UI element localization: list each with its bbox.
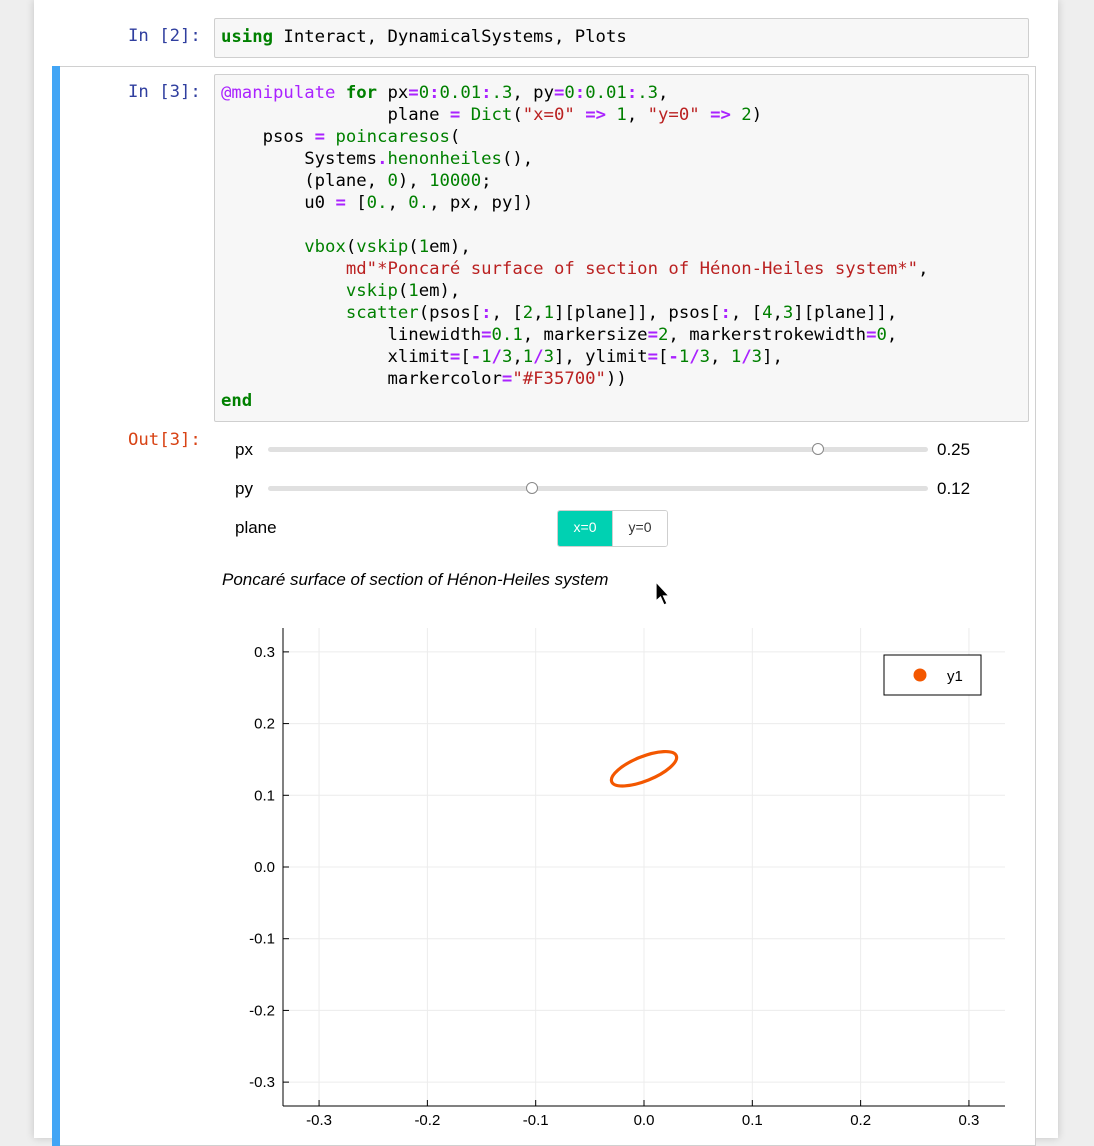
y-tick-label: 0.0 [254,859,275,876]
legend-label: y1 [947,668,963,685]
output-prompt: Out[3]: [128,430,201,450]
scatter-plot: -0.3 -0.2 -0.1 0.0 0.1 0.2 0.3 0.3 0.2 0.1 0.0 -0.1… [249,628,1005,1129]
plane-toggle-label: plane [235,518,277,537]
y-tick-label: 0.3 [254,644,275,661]
code-line: using Interact, DynamicalSystems, Plots [221,27,627,47]
y-tick-label: 0.1 [254,787,275,804]
x-tick-label: -0.1 [523,1112,549,1129]
input-prompt: In [3]: [128,82,201,102]
py-slider-label: py [235,479,253,498]
y-tick-label: -0.1 [249,931,275,948]
px-slider-handle[interactable] [812,443,824,455]
code-input-cell-2[interactable]: @manipulate for px=0:0.01:.3, py=0:0.01:… [214,74,1029,422]
legend-box [883,654,982,696]
y-tick-label: 0.2 [254,716,275,733]
x-tick-label: 0.1 [742,1112,763,1129]
plane-toggle-group: x=0 y=0 [557,510,668,547]
x-tick-label: -0.2 [414,1112,440,1129]
plane-option-y0[interactable]: y=0 [612,511,667,546]
code-input-cell-1[interactable]: using Interact, DynamicalSystems, Plots [214,18,1029,58]
code-block: @manipulate for px=0:0.01:.3, py=0:0.01:… [221,83,929,411]
py-slider-handle[interactable] [526,482,538,494]
legend-marker [913,668,927,682]
output-title: Poncaré surface of section of Hénon-Heil… [222,570,609,589]
px-slider-label: px [235,440,253,459]
x-tick-label: -0.3 [306,1112,332,1129]
py-slider-track[interactable] [268,486,928,491]
cell-selection-bar [52,66,60,1146]
y-tick-label: -0.2 [249,1002,275,1019]
x-tick-label: 0.0 [634,1112,655,1129]
px-slider-track[interactable] [268,447,928,452]
mouse-cursor-icon [655,581,671,606]
x-tick-label: 0.3 [959,1112,980,1129]
py-slider-value: 0.12 [937,479,971,498]
px-slider-value: 0.25 [937,440,971,459]
x-tick-label: 0.2 [850,1112,871,1129]
y-tick-label: -0.3 [249,1074,275,1091]
input-prompt: In [2]: [128,26,201,46]
plane-option-x0[interactable]: x=0 [558,511,612,546]
